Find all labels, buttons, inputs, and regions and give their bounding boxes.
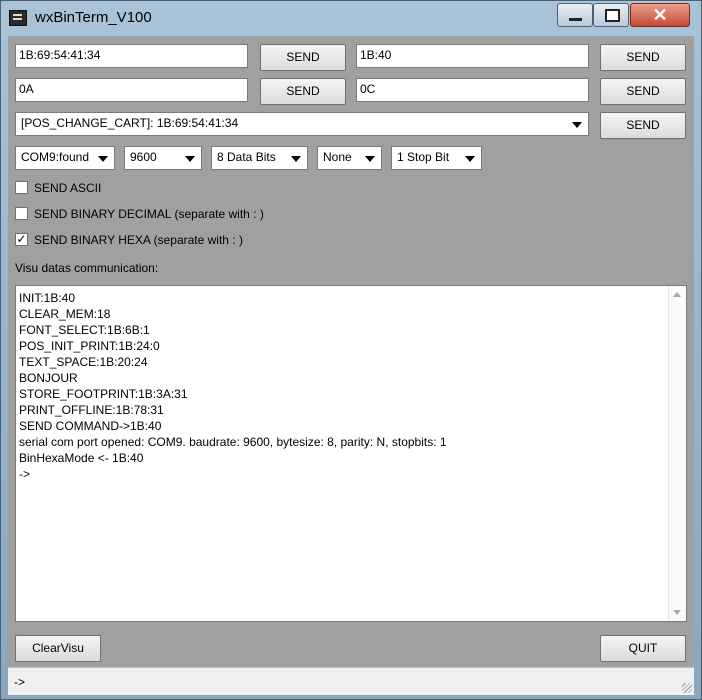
parity-select[interactable]: None	[317, 146, 382, 170]
send-binary-hexa-label: SEND BINARY HEXA (separate with : )	[34, 233, 243, 247]
maximize-button[interactable]	[593, 3, 629, 27]
send-binary-decimal-checkbox[interactable]	[15, 207, 28, 220]
send-field-4[interactable]: 0C	[356, 78, 589, 102]
minimize-icon	[569, 18, 582, 21]
log-scrollbar[interactable]	[668, 286, 686, 621]
log-line: POS_INIT_PRINT:1B:24:0	[19, 339, 160, 353]
log-line: BONJOUR	[19, 371, 78, 385]
log-line: SEND COMMAND->1B:40	[19, 419, 162, 433]
data-bits-select-value: 8 Data Bits	[217, 150, 276, 164]
communication-log[interactable]: INIT:1B:40 CLEAR_MEM:18 FONT_SELECT:1B:6B:…	[15, 285, 687, 622]
clear-visu-button[interactable]: ClearVisu	[15, 635, 101, 662]
send-binary-hexa-checkbox[interactable]: ✓	[15, 233, 28, 246]
quit-button[interactable]: QUIT	[600, 635, 686, 662]
chevron-down-icon	[185, 156, 195, 162]
log-line: FONT_SELECT:1B:6B:1	[19, 323, 150, 337]
close-button[interactable]: ✕	[630, 3, 690, 27]
chevron-down-icon	[98, 156, 108, 162]
close-icon: ✕	[652, 5, 668, 25]
log-line: PRINT_OFFLINE:1B:78:31	[19, 403, 164, 417]
scroll-up-icon[interactable]	[673, 292, 681, 297]
send-button-3[interactable]: SEND	[260, 78, 346, 105]
resize-grip-icon[interactable]	[682, 683, 692, 693]
log-lines: INIT:1B:40 CLEAR_MEM:18 FONT_SELECT:1B:6B:…	[19, 290, 659, 482]
send-field-2[interactable]: 1B:40	[356, 44, 589, 68]
log-line: BinHexaMode <- 1B:40	[19, 451, 144, 465]
app-window: wxBinTerm_V100 ✕ 1B:69:54:41:34 SEND 1B:…	[0, 0, 702, 700]
log-line: STORE_FOOTPRINT:1B:3A:31	[19, 387, 188, 401]
minimize-button[interactable]	[557, 3, 593, 27]
parity-select-value: None	[323, 150, 352, 164]
send-binary-decimal-label: SEND BINARY DECIMAL (separate with : )	[34, 207, 264, 221]
data-bits-select[interactable]: 8 Data Bits	[211, 146, 308, 170]
send-ascii-checkbox[interactable]	[15, 181, 28, 194]
send-button-2[interactable]: SEND	[600, 44, 686, 71]
title-bar[interactable]: wxBinTerm_V100 ✕	[1, 1, 701, 35]
baudrate-select[interactable]: 9600	[124, 146, 202, 170]
baudrate-select-value: 9600	[130, 150, 157, 164]
send-field-3[interactable]: 0A	[15, 78, 248, 102]
log-line: INIT:1B:40	[19, 291, 76, 305]
maximize-icon	[605, 9, 620, 22]
chevron-down-icon	[572, 122, 582, 128]
send-field-1[interactable]: 1B:69:54:41:34	[15, 44, 248, 68]
log-line: serial com port opened: COM9. baudrate: …	[19, 435, 447, 449]
send-button-1[interactable]: SEND	[260, 44, 346, 71]
window-title: wxBinTerm_V100	[35, 9, 152, 26]
chevron-down-icon	[291, 156, 301, 162]
chevron-down-icon	[365, 156, 375, 162]
app-icon	[9, 10, 27, 26]
port-select[interactable]: COM9:found	[15, 146, 115, 170]
send-ascii-label: SEND ASCII	[34, 181, 102, 195]
scroll-down-icon[interactable]	[673, 610, 681, 615]
send-button-4[interactable]: SEND	[600, 78, 686, 105]
status-text: ->	[14, 675, 26, 689]
stop-bits-select-value: 1 Stop Bit	[397, 150, 450, 164]
command-select[interactable]: [POS_CHANGE_CART]: 1B:69:54:41:34	[15, 112, 589, 136]
log-line: TEXT_SPACE:1B:20:24	[19, 355, 148, 369]
chevron-down-icon	[465, 156, 475, 162]
send-command-button[interactable]: SEND	[600, 112, 686, 139]
command-select-value: [POS_CHANGE_CART]: 1B:69:54:41:34	[21, 116, 239, 130]
main-panel: 1B:69:54:41:34 SEND 1B:40 SEND 0A SEND 0…	[8, 36, 694, 666]
visu-label: Visu datas communication:	[15, 261, 159, 275]
log-line: CLEAR_MEM:18	[19, 307, 111, 321]
status-bar: ->	[8, 667, 694, 695]
log-line: ->	[19, 467, 31, 481]
port-select-value: COM9:found	[21, 150, 90, 164]
stop-bits-select[interactable]: 1 Stop Bit	[391, 146, 482, 170]
